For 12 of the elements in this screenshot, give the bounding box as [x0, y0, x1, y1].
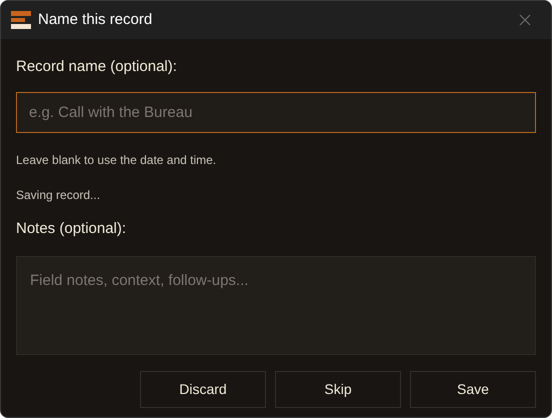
app-icon — [11, 10, 31, 30]
input-field[interactable]: e.g. Call with the Bureau — [16, 92, 536, 133]
dialog-button[interactable]: Save — [410, 370, 536, 408]
hint-text: Leave blank to use the date and time. — [16, 152, 218, 169]
close-icon — [519, 14, 531, 26]
field-label: Notes (optional): — [16, 219, 128, 239]
window-title: Name this record — [38, 10, 152, 30]
notes-field[interactable]: Field notes, context, follow-ups... — [16, 256, 536, 354]
field-label: Record name (optional): — [16, 57, 178, 76]
status-text: Saving record... — [16, 187, 102, 204]
dialog-button[interactable]: Discard — [140, 370, 266, 408]
dialog-button[interactable]: Skip — [275, 370, 401, 408]
